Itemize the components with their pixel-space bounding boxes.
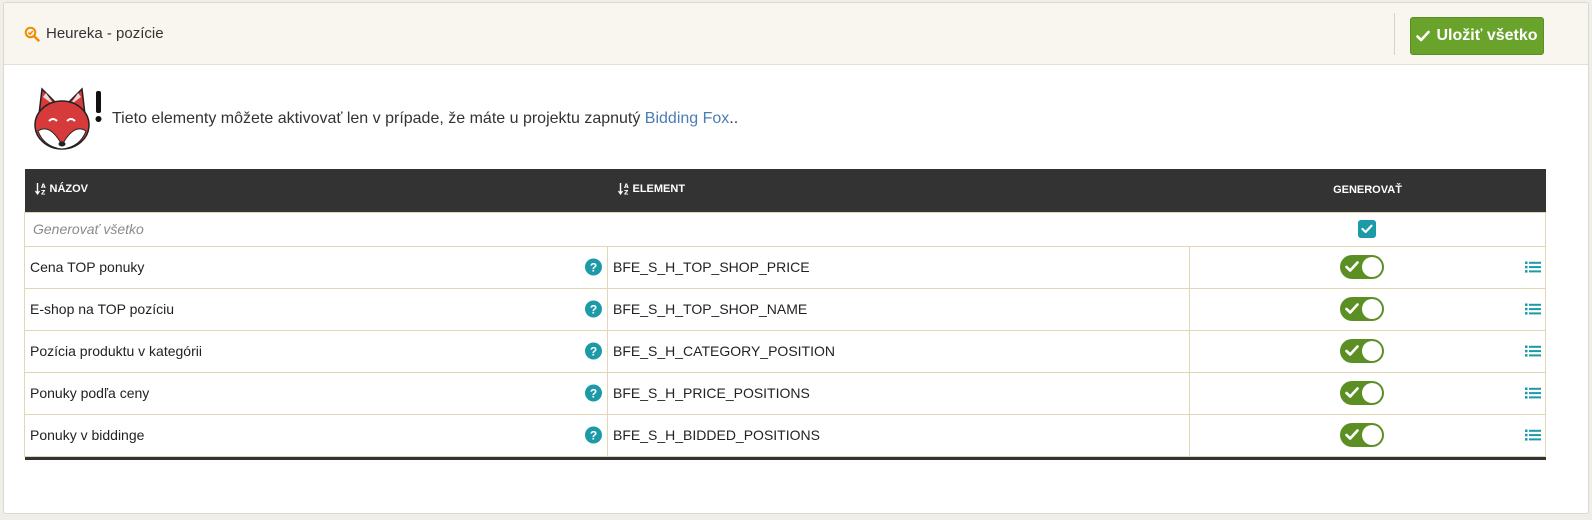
generate-all-checkbox[interactable] [1358,220,1377,238]
panel-header: Heureka - pozície Uložiť všetko [4,3,1588,65]
row-generate-cell [1189,413,1546,457]
question-circle-icon[interactable]: ? [585,258,602,276]
toggle-knob [1362,257,1382,277]
panel-title-text: Heureka - pozície [46,25,164,42]
question-circle-icon[interactable]: ? [585,300,602,318]
check-icon [1345,345,1359,356]
heureka-search-icon [24,26,40,42]
table-row: E-shop na TOP pozíciu ? BFE_S_H_TOP_SHOP… [24,287,1546,331]
table-row: Ponuky podľa ceny ? BFE_S_H_PRICE_POSITI… [24,371,1546,415]
elements-table-wrapper: A Z NÁZOV A Z ELEMENT GENEROVAŤ Generova… [24,169,1546,460]
row-element: BFE_S_H_BIDDED_POSITIONS [607,413,1190,457]
save-all-button[interactable]: Uložiť všetko [1410,17,1544,55]
question-circle-icon[interactable]: ? [585,426,602,444]
check-icon [1361,224,1373,234]
check-icon [1345,387,1359,398]
question-circle-icon[interactable]: ? [585,342,602,360]
row-element: BFE_S_H_PRICE_POSITIONS [607,371,1190,415]
notice-text: Tieto elementy môžete aktivovať len v pr… [112,110,738,128]
table-row: Cena TOP ponuky ? BFE_S_H_TOP_SHOP_PRICE [24,245,1546,289]
toggle-knob [1362,299,1382,319]
generate-toggle[interactable] [1340,381,1384,405]
toggle-knob [1362,425,1382,445]
column-name-label: NÁZOV [49,182,89,195]
notice-suffix: .. [729,110,739,127]
generate-toggle[interactable] [1340,423,1384,447]
bidding-fox-notice: Tieto elementy môžete aktivovať len v pr… [30,83,738,155]
table-row: Pozícia produktu v kategórii ? BFE_S_H_C… [24,329,1546,373]
check-icon [1345,303,1359,314]
bidding-fox-link[interactable]: Bidding Fox [645,110,730,127]
check-icon [1345,429,1359,440]
generate-all-cell [1189,211,1546,247]
list-icon[interactable] [1525,429,1541,442]
svg-text:Z: Z [624,190,629,196]
list-icon[interactable] [1525,345,1541,358]
row-name-cell: Ponuky v biddinge ? [24,413,608,457]
panel-title: Heureka - pozície [24,25,164,42]
column-header-name[interactable]: A Z NÁZOV [25,169,608,212]
row-name: Pozícia produktu v kategórii [30,343,202,359]
row-generate-cell [1189,329,1546,373]
toggle-knob [1362,383,1382,403]
row-name-cell: Cena TOP ponuky ? [24,245,608,289]
notice-message: Tieto elementy môžete aktivovať len v pr… [112,110,645,127]
row-element: BFE_S_H_TOP_SHOP_NAME [607,287,1190,331]
svg-text:Z: Z [41,190,46,196]
row-element: BFE_S_H_CATEGORY_POSITION [607,329,1190,373]
sort-alpha-icon: A Z [617,183,629,196]
row-name-cell: E-shop na TOP pozíciu ? [24,287,608,331]
column-element-label: ELEMENT [632,182,686,195]
row-name-cell: Pozícia produktu v kategórii ? [24,329,608,373]
list-icon[interactable] [1525,387,1541,400]
generate-toggle[interactable] [1340,255,1384,279]
check-icon [1345,261,1359,272]
check-icon [1416,30,1431,42]
row-generate-cell [1189,245,1546,289]
row-name: Ponuky podľa ceny [30,385,150,401]
generate-all-row: Generovať všetko [24,211,1546,247]
list-icon[interactable] [1525,303,1541,316]
list-icon[interactable] [1525,261,1541,274]
elements-table: A Z NÁZOV A Z ELEMENT GENEROVAŤ Generova… [24,169,1546,460]
row-generate-cell [1189,371,1546,415]
column-header-generate: GENEROVAŤ [1190,169,1546,212]
header-divider [1394,13,1395,55]
question-circle-icon[interactable]: ? [585,384,602,402]
table-footer-bar [24,456,1546,460]
row-name: Cena TOP ponuky [30,259,145,275]
main-panel: Heureka - pozície Uložiť všetko Tieto el… [3,2,1589,514]
row-name-cell: Ponuky podľa ceny ? [24,371,608,415]
fox-mascot [34,87,102,150]
row-name: E-shop na TOP pozíciu [30,301,174,317]
column-header-element[interactable]: A Z ELEMENT [608,169,1190,212]
row-element: BFE_S_H_TOP_SHOP_PRICE [607,245,1190,289]
column-generate-label: GENEROVAŤ [1333,184,1402,197]
row-generate-cell [1189,287,1546,331]
sort-alpha-icon: A Z [34,183,46,196]
save-all-label: Uložiť všetko [1436,27,1538,44]
row-name: Ponuky v biddinge [30,427,145,443]
table-row: Ponuky v biddinge ? BFE_S_H_BIDDED_POSIT… [24,413,1546,457]
generate-toggle[interactable] [1340,339,1384,363]
generate-toggle[interactable] [1340,297,1384,321]
toggle-knob [1362,341,1382,361]
table-header-row: A Z NÁZOV A Z ELEMENT GENEROVAŤ [24,169,1546,212]
generate-all-label: Generovať všetko [24,211,1190,247]
